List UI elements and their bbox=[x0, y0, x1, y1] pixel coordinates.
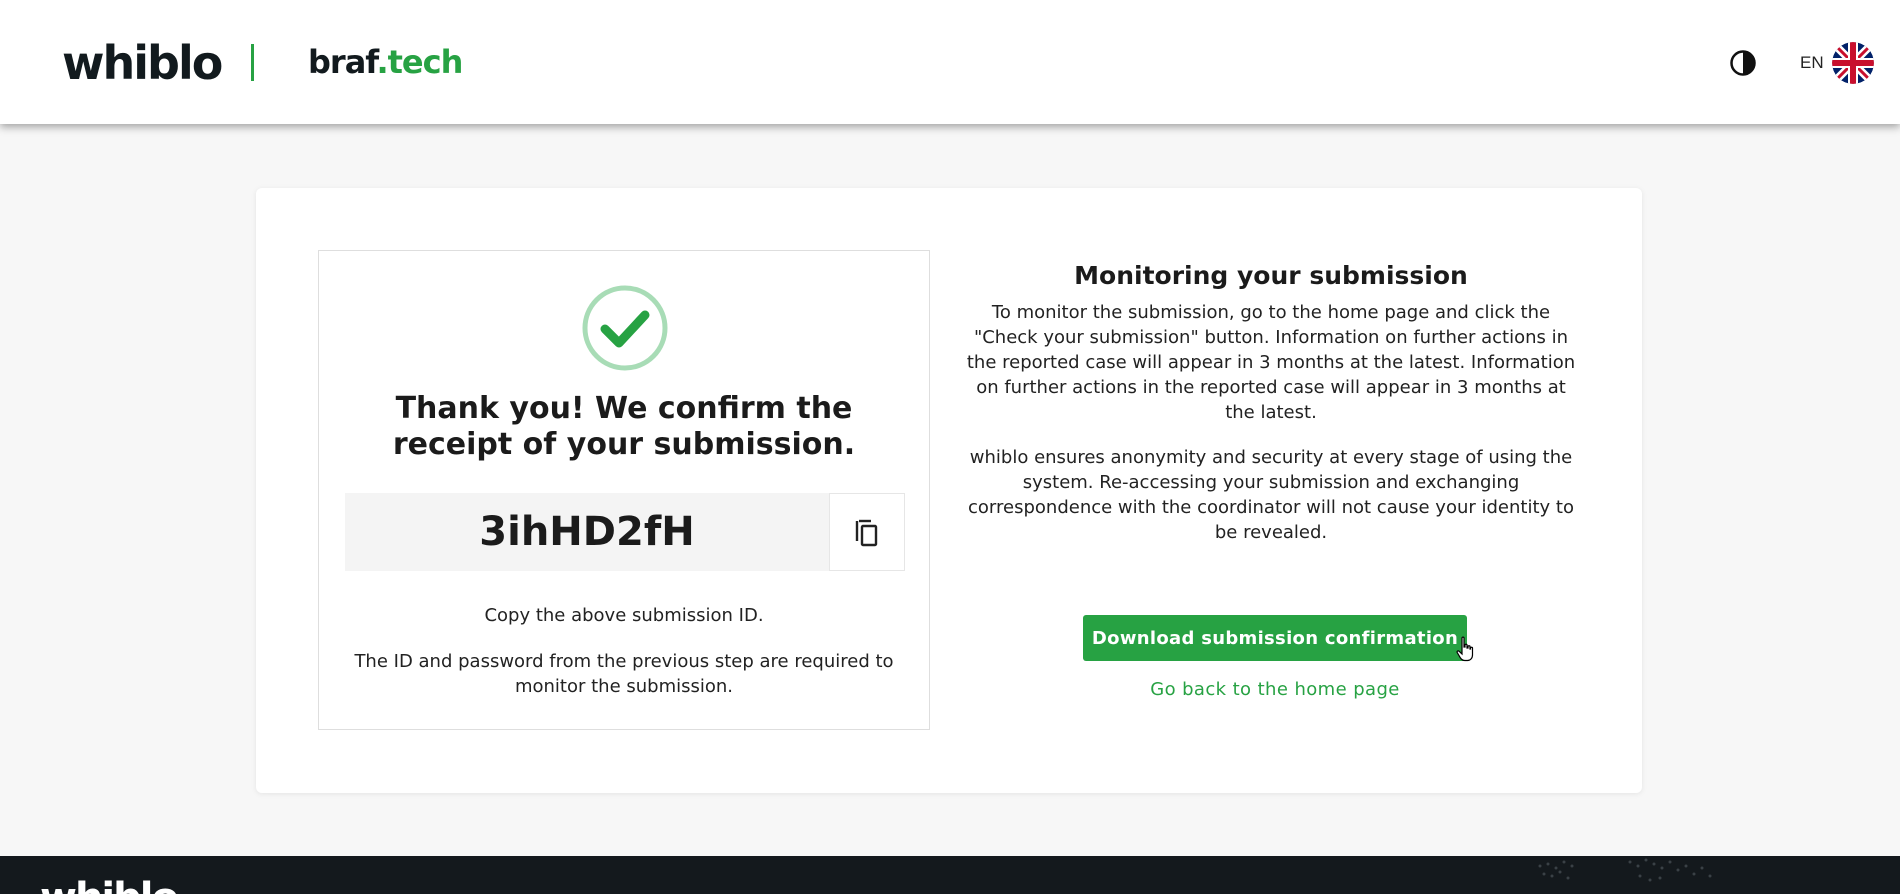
check-circle-icon bbox=[582, 285, 668, 371]
monitoring-instructions: To monitor the submission, go to the hom… bbox=[966, 302, 1576, 423]
anonymity-info: whiblo ensures anonymity and security at… bbox=[968, 447, 1574, 543]
confirmation-card: Thank you! We confirm the receipt of you… bbox=[256, 188, 1642, 793]
world-map-decoration bbox=[1538, 858, 1712, 882]
footer-logo: whiblo bbox=[40, 878, 179, 894]
download-confirmation-button[interactable]: Download submission confirmation bbox=[1083, 615, 1467, 661]
copy-id-note: Copy the above submission ID. bbox=[484, 605, 764, 626]
confirmation-panel: Thank you! We confirm the receipt of you… bbox=[318, 250, 930, 730]
confirmation-heading: Thank you! We confirm the receipt of you… bbox=[392, 391, 856, 462]
braftech-logo[interactable]: braf.tech bbox=[308, 42, 463, 82]
hand-pointer-icon bbox=[1456, 636, 1474, 662]
footer: whiblo bbox=[0, 856, 1900, 894]
contrast-icon[interactable] bbox=[1729, 49, 1757, 77]
braftech-logo-part1: braf bbox=[308, 43, 377, 81]
braftech-logo-part2: .tech bbox=[376, 43, 463, 81]
submission-id-field: 3ihHD2fH bbox=[345, 493, 905, 571]
monitoring-title: Monitoring your submission bbox=[1074, 261, 1468, 290]
submission-id[interactable]: 3ihHD2fH bbox=[345, 493, 829, 571]
language-selector[interactable]: EN bbox=[1800, 42, 1874, 84]
copy-id-button[interactable] bbox=[829, 493, 905, 571]
monitoring-section: Monitoring your submission To monitor th… bbox=[960, 260, 1582, 545]
whiblo-logo[interactable]: whiblo bbox=[62, 34, 223, 92]
copy-icon bbox=[855, 519, 878, 547]
top-navigation-bar: whiblo braf.tech EN bbox=[0, 0, 1900, 124]
uk-flag-icon bbox=[1831, 42, 1874, 84]
logo-divider bbox=[251, 44, 254, 81]
home-page-link[interactable]: Go back to the home page bbox=[1083, 678, 1467, 702]
language-code: EN bbox=[1800, 53, 1824, 72]
requirement-note: The ID and password from the previous st… bbox=[354, 651, 894, 697]
